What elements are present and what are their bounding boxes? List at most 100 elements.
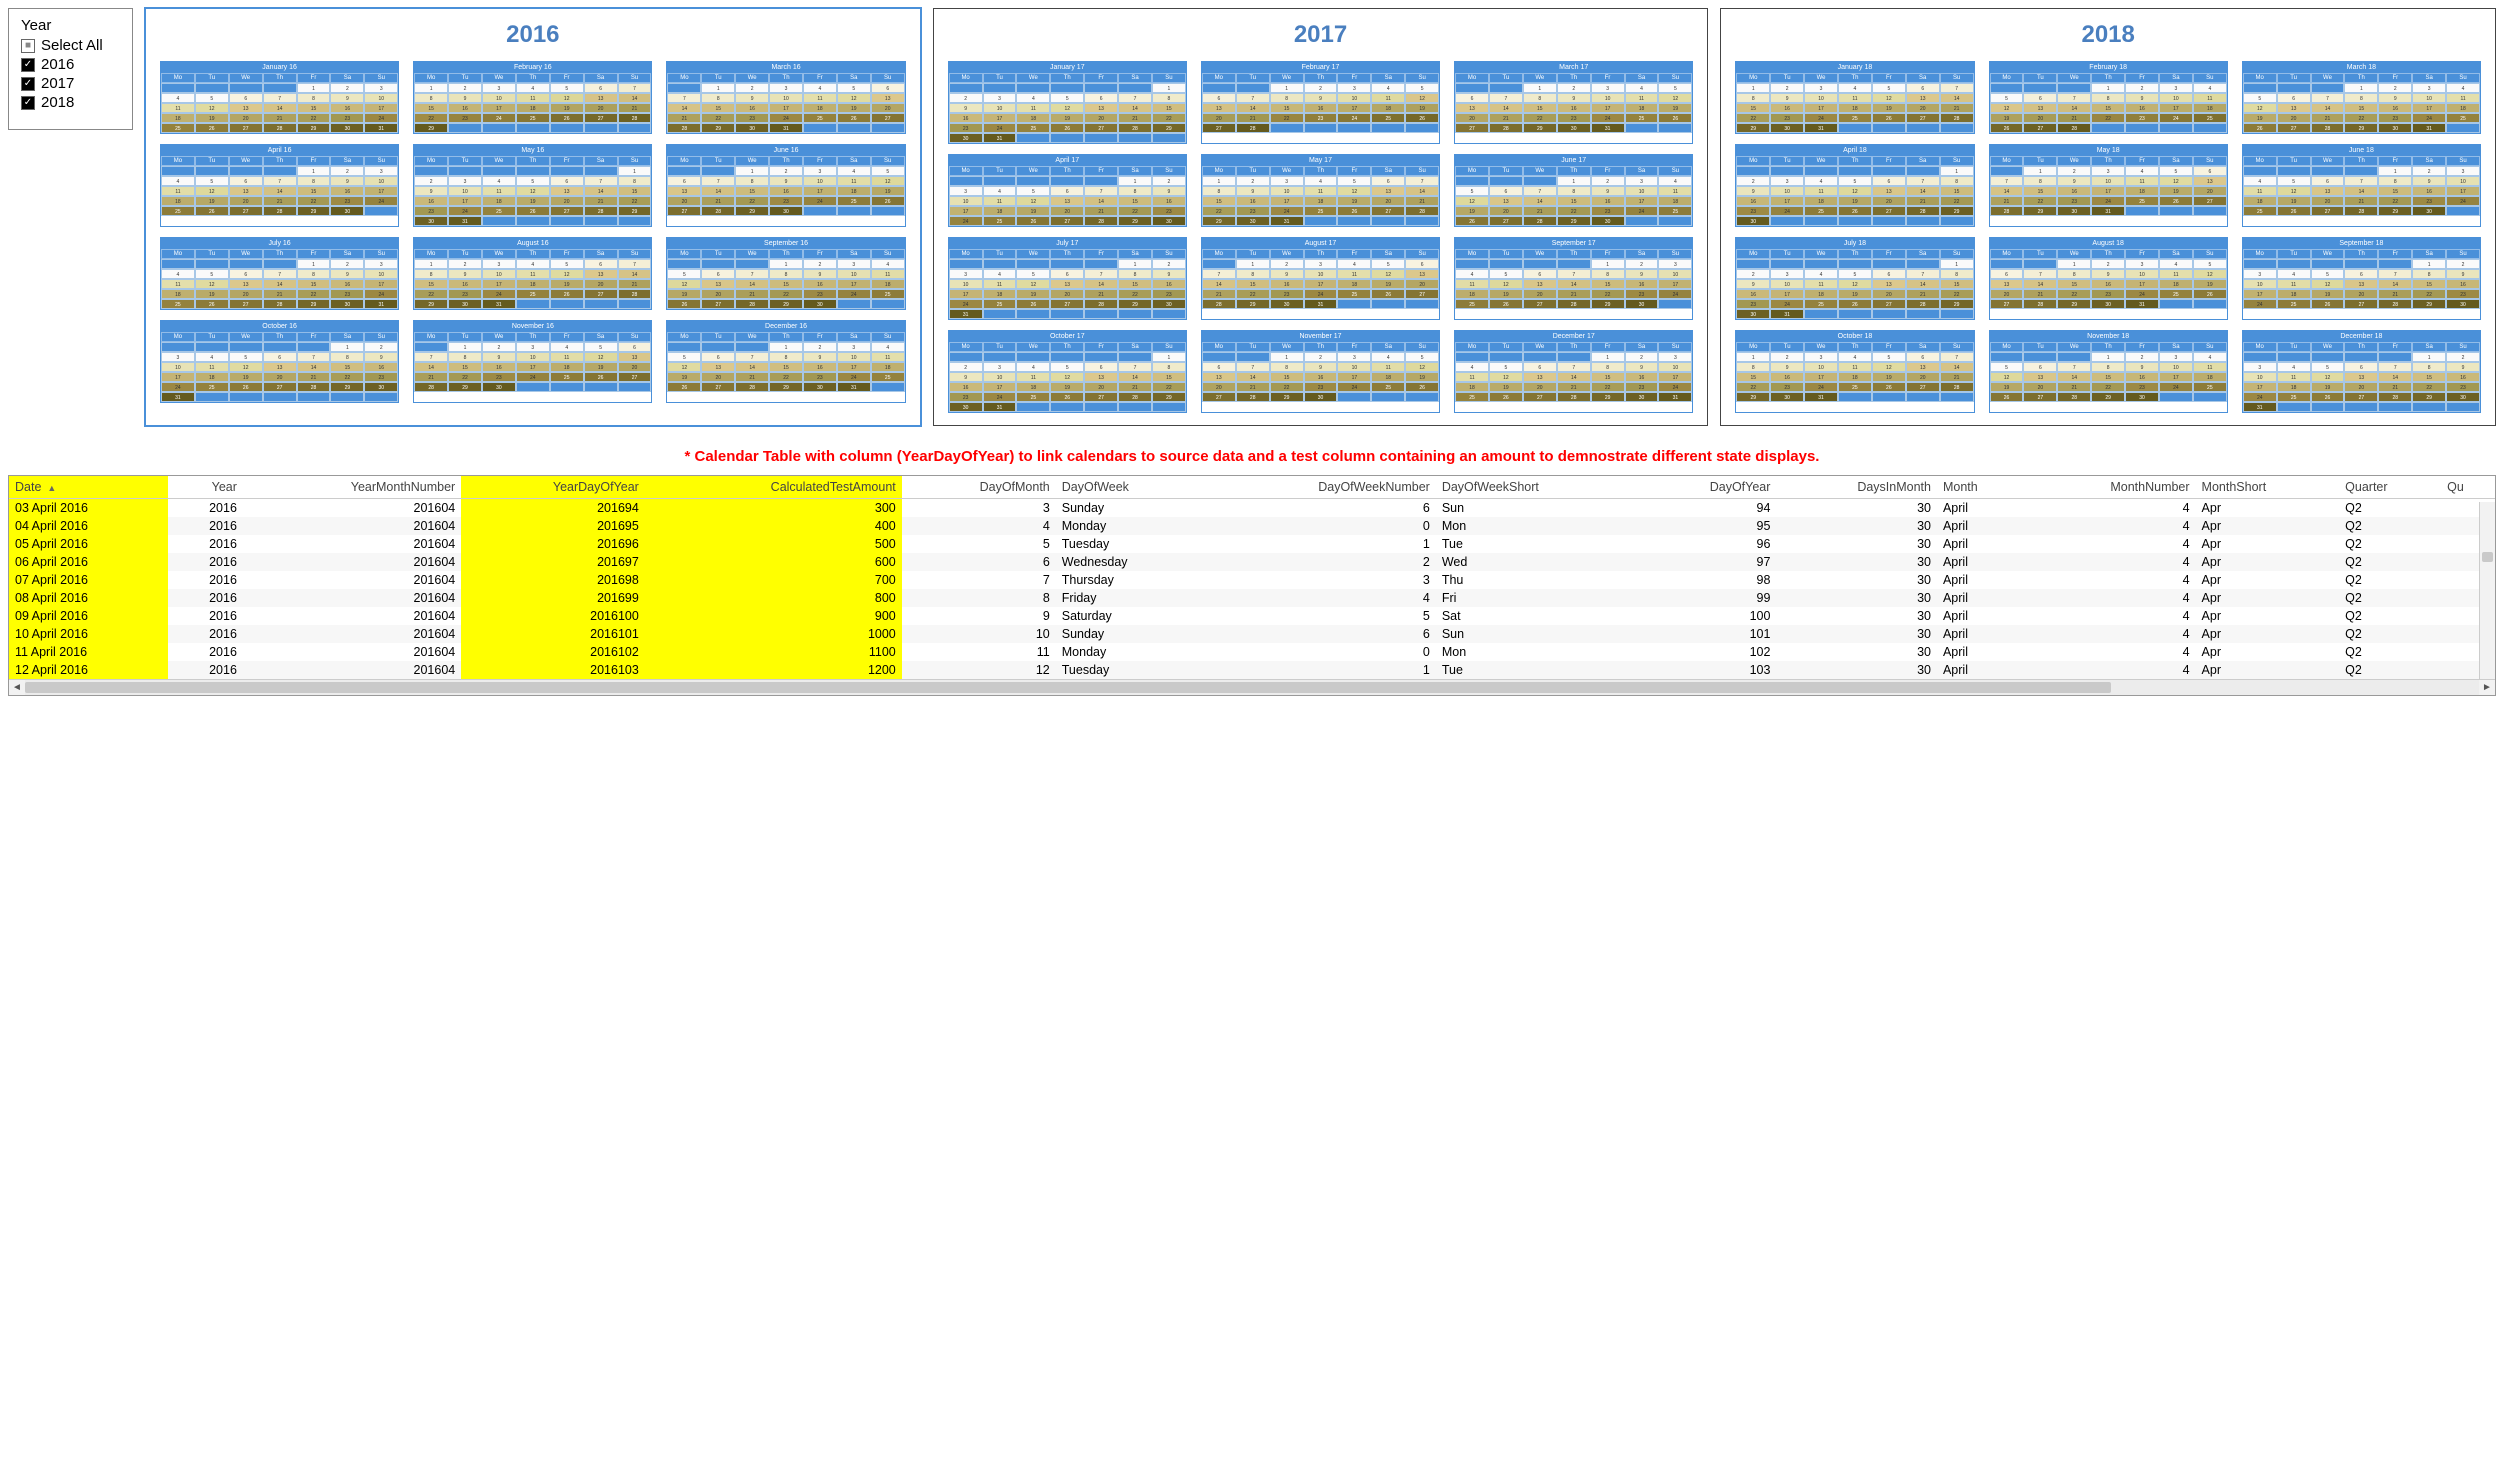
day-cell[interactable]: 1 [1118, 176, 1152, 186]
day-cell[interactable]: 2 [803, 342, 837, 352]
day-cell[interactable]: 17 [2091, 186, 2125, 196]
day-cell[interactable]: 24 [1591, 113, 1625, 123]
day-cell[interactable]: 12 [1405, 93, 1439, 103]
day-cell[interactable]: 2 [735, 83, 769, 93]
day-cell[interactable] [1337, 392, 1371, 402]
day-cell[interactable]: 5 [1371, 259, 1405, 269]
day-cell[interactable]: 11 [1337, 269, 1371, 279]
month-october-2016[interactable]: October 16MoTuWeThFrSaSu1234567891011121… [160, 320, 399, 403]
col-header-MonthNumber[interactable]: MonthNumber [2025, 476, 2196, 499]
day-cell[interactable]: 27 [1872, 299, 1906, 309]
month-march-2016[interactable]: March 16MoTuWeThFrSaSu123456789101112131… [666, 61, 905, 134]
day-cell[interactable] [1455, 352, 1489, 362]
day-cell[interactable]: 26 [1838, 299, 1872, 309]
day-cell[interactable]: 31 [364, 299, 398, 309]
day-cell[interactable] [1838, 259, 1872, 269]
month-march-2018[interactable]: March 18MoTuWeThFrSaSu123456789101112131… [2242, 61, 2481, 134]
day-cell[interactable] [1489, 259, 1523, 269]
day-cell[interactable] [1050, 309, 1084, 319]
day-cell[interactable]: 3 [364, 83, 398, 93]
day-cell[interactable]: 5 [195, 269, 229, 279]
day-cell[interactable]: 27 [1906, 382, 1940, 392]
day-cell[interactable]: 14 [1557, 279, 1591, 289]
day-cell[interactable]: 6 [667, 176, 701, 186]
day-cell[interactable]: 10 [364, 176, 398, 186]
day-cell[interactable]: 2 [1625, 259, 1659, 269]
day-cell[interactable]: 18 [983, 289, 1017, 299]
day-cell[interactable]: 2 [1236, 176, 1270, 186]
day-cell[interactable]: 11 [1625, 93, 1659, 103]
day-cell[interactable] [667, 259, 701, 269]
day-cell[interactable] [1050, 352, 1084, 362]
day-cell[interactable]: 10 [2091, 176, 2125, 186]
day-cell[interactable]: 7 [735, 269, 769, 279]
horizontal-scrollbar[interactable]: ◄ ► [9, 679, 2495, 695]
day-cell[interactable] [1371, 299, 1405, 309]
day-cell[interactable]: 6 [584, 259, 618, 269]
day-cell[interactable]: 24 [1804, 382, 1838, 392]
day-cell[interactable]: 15 [2091, 372, 2125, 382]
day-cell[interactable]: 9 [330, 269, 364, 279]
day-cell[interactable]: 28 [263, 299, 297, 309]
day-cell[interactable]: 9 [2412, 176, 2446, 186]
day-cell[interactable]: 23 [1736, 299, 1770, 309]
day-cell[interactable] [2193, 392, 2227, 402]
day-cell[interactable]: 20 [1523, 289, 1557, 299]
day-cell[interactable]: 8 [2412, 362, 2446, 372]
day-cell[interactable] [2344, 352, 2378, 362]
day-cell[interactable]: 21 [297, 372, 331, 382]
day-cell[interactable] [330, 392, 364, 402]
day-cell[interactable]: 8 [701, 93, 735, 103]
day-cell[interactable]: 14 [2378, 372, 2412, 382]
day-cell[interactable]: 16 [1591, 196, 1625, 206]
day-cell[interactable]: 4 [2446, 83, 2480, 93]
day-cell[interactable]: 18 [516, 103, 550, 113]
day-cell[interactable]: 23 [1625, 289, 1659, 299]
day-cell[interactable]: 21 [263, 113, 297, 123]
day-cell[interactable]: 1 [297, 166, 331, 176]
calendar-table[interactable]: Date▲YearYearMonthNumberYearDayOfYearCal… [8, 475, 2496, 696]
day-cell[interactable]: 6 [229, 269, 263, 279]
day-cell[interactable]: 13 [2344, 279, 2378, 289]
day-cell[interactable]: 15 [769, 279, 803, 289]
day-cell[interactable]: 17 [2243, 289, 2277, 299]
day-cell[interactable]: 12 [667, 279, 701, 289]
day-cell[interactable]: 14 [1236, 372, 1270, 382]
day-cell[interactable]: 12 [195, 103, 229, 113]
scrollbar-track[interactable] [25, 680, 2479, 695]
day-cell[interactable]: 1 [1557, 176, 1591, 186]
slicer-item-2018[interactable]: ✓2018 [21, 94, 120, 111]
day-cell[interactable] [1940, 309, 1974, 319]
day-cell[interactable]: 7 [1236, 362, 1270, 372]
day-cell[interactable]: 9 [803, 352, 837, 362]
day-cell[interactable]: 8 [1523, 93, 1557, 103]
day-cell[interactable]: 18 [1658, 196, 1692, 206]
day-cell[interactable]: 19 [2277, 196, 2311, 206]
table-row[interactable]: 06 April 201620162016042016976006Wednesd… [9, 553, 2495, 571]
day-cell[interactable] [1016, 133, 1050, 143]
day-cell[interactable]: 18 [2125, 186, 2159, 196]
day-cell[interactable]: 14 [1118, 103, 1152, 113]
day-cell[interactable]: 29 [2023, 206, 2057, 216]
day-cell[interactable]: 10 [1591, 93, 1625, 103]
day-cell[interactable]: 18 [2193, 103, 2227, 113]
vertical-scrollbar[interactable] [2479, 502, 2495, 679]
day-cell[interactable]: 8 [448, 352, 482, 362]
day-cell[interactable]: 9 [2125, 362, 2159, 372]
day-cell[interactable]: 15 [701, 103, 735, 113]
day-cell[interactable]: 3 [1337, 83, 1371, 93]
day-cell[interactable]: 15 [618, 186, 652, 196]
day-cell[interactable]: 4 [2125, 166, 2159, 176]
day-cell[interactable] [1016, 402, 1050, 412]
day-cell[interactable]: 9 [1270, 269, 1304, 279]
day-cell[interactable]: 25 [482, 206, 516, 216]
day-cell[interactable]: 13 [550, 186, 584, 196]
day-cell[interactable]: 19 [1016, 289, 1050, 299]
day-cell[interactable]: 18 [1838, 103, 1872, 113]
table-row[interactable]: 09 April 2016201620160420161009009Saturd… [9, 607, 2495, 625]
day-cell[interactable]: 20 [584, 279, 618, 289]
day-cell[interactable]: 9 [1736, 186, 1770, 196]
day-cell[interactable] [1236, 352, 1270, 362]
day-cell[interactable]: 24 [364, 196, 398, 206]
day-cell[interactable] [550, 123, 584, 133]
